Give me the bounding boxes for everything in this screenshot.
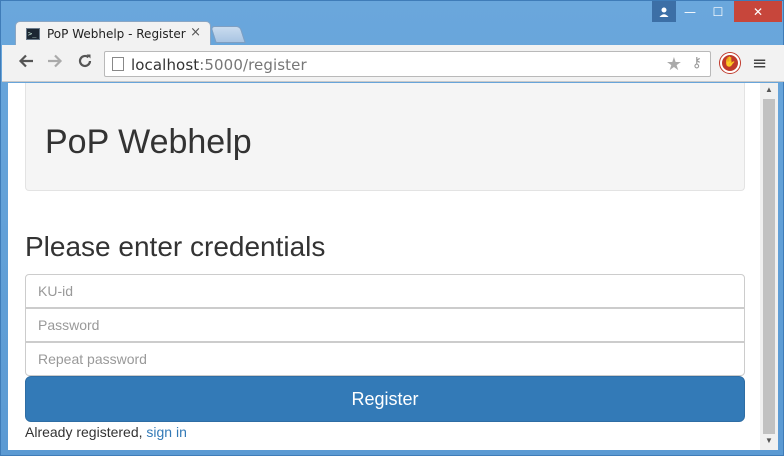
browser-window: >_ PoP Webhelp - Register × — ☐ ✕ localh… bbox=[0, 0, 784, 456]
profile-button[interactable] bbox=[652, 1, 676, 22]
sign-in-prompt: Already registered, sign in bbox=[25, 424, 187, 440]
browser-tab[interactable]: >_ PoP Webhelp - Register × bbox=[15, 21, 211, 46]
site-title: PoP Webhelp bbox=[45, 123, 252, 161]
vertical-scrollbar[interactable]: ▲ ▼ bbox=[760, 83, 778, 450]
url-text[interactable]: localhost:5000/register bbox=[131, 56, 307, 74]
scroll-up-arrow-icon[interactable]: ▲ bbox=[760, 85, 778, 97]
page-viewport: PoP Webhelp Please enter credentials Reg… bbox=[8, 83, 760, 450]
ku-id-input[interactable] bbox=[25, 274, 745, 308]
star-icon[interactable]: ★ bbox=[666, 54, 682, 75]
repeat-password-input[interactable] bbox=[25, 342, 745, 376]
terminal-favicon-icon: >_ bbox=[26, 28, 40, 40]
maximize-button[interactable]: ☐ bbox=[705, 1, 731, 22]
back-arrow-icon[interactable] bbox=[15, 52, 37, 74]
user-icon bbox=[659, 7, 669, 17]
sign-in-link[interactable]: sign in bbox=[146, 424, 186, 440]
hamburger-menu-icon[interactable]: ≡ bbox=[752, 53, 767, 74]
stop-hand-icon[interactable]: ✋ bbox=[720, 53, 740, 73]
page-icon bbox=[112, 57, 124, 71]
password-input[interactable] bbox=[25, 308, 745, 342]
reload-icon[interactable] bbox=[74, 52, 96, 74]
browser-toolbar: localhost:5000/register ★ ⚷ ✋ ≡ bbox=[2, 45, 784, 82]
tab-title: PoP Webhelp - Register bbox=[47, 27, 186, 41]
form-heading: Please enter credentials bbox=[25, 231, 326, 262]
register-button[interactable]: Register bbox=[25, 376, 745, 422]
already-registered-text: Already registered, bbox=[25, 424, 147, 440]
new-tab-button[interactable] bbox=[210, 26, 246, 43]
forward-arrow-icon[interactable] bbox=[44, 52, 66, 74]
key-icon[interactable]: ⚷ bbox=[692, 55, 702, 71]
address-bar[interactable]: localhost:5000/register ★ ⚷ bbox=[104, 51, 711, 77]
minimize-button[interactable]: — bbox=[677, 1, 703, 22]
title-bar: >_ PoP Webhelp - Register × — ☐ ✕ bbox=[1, 1, 783, 46]
scroll-down-arrow-icon[interactable]: ▼ bbox=[760, 436, 778, 448]
close-tab-icon[interactable]: × bbox=[190, 25, 201, 40]
scroll-thumb[interactable] bbox=[763, 99, 775, 434]
close-window-button[interactable]: ✕ bbox=[734, 1, 782, 22]
site-header: PoP Webhelp bbox=[25, 83, 745, 191]
